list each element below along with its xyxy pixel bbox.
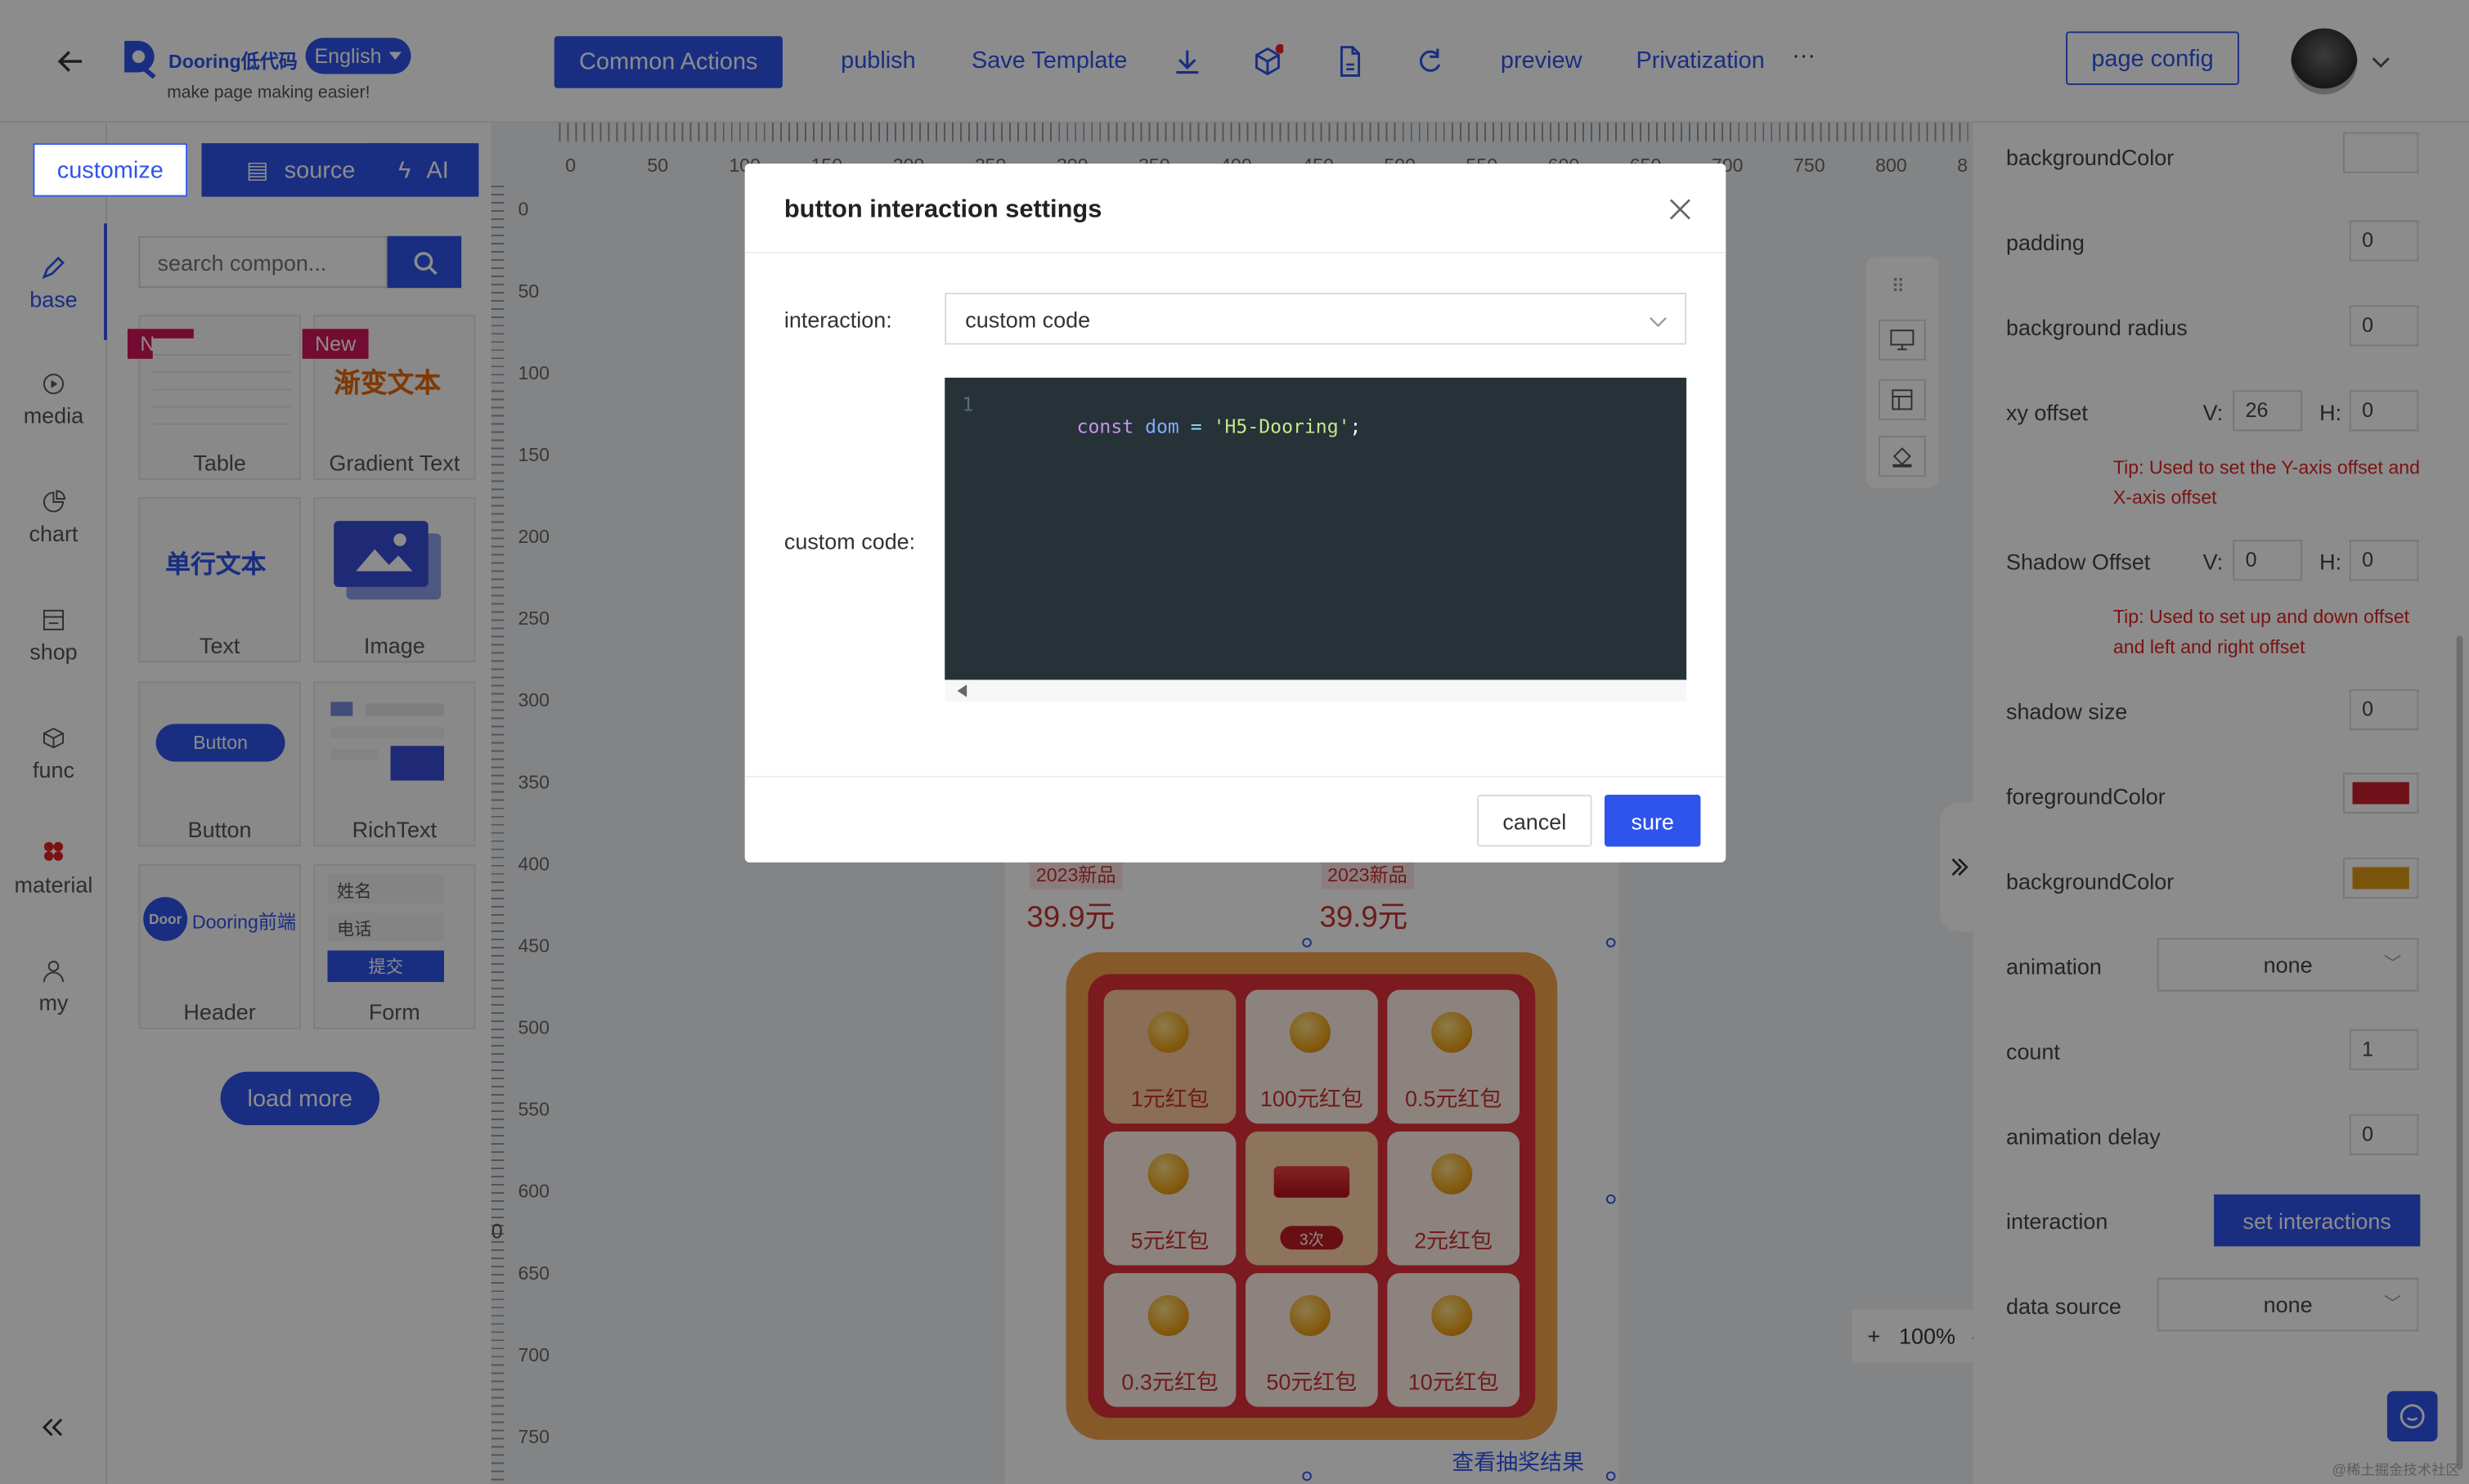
close-icon[interactable] [1669,199,1691,221]
code-keyword: const [1076,415,1134,438]
sure-button[interactable]: sure [1604,794,1701,847]
code-variable: dom [1145,415,1179,438]
interaction-select-value: custom code [965,307,1091,333]
customize-tab[interactable]: customize [33,143,188,197]
code-scrollbar[interactable] [945,679,1687,702]
code-editor[interactable]: 1 const dom = 'H5-Dooring'; [945,377,1687,680]
code-string: 'H5-Dooring' [1213,415,1350,438]
modal-footer-divider [744,775,1726,778]
modal-title: button interaction settings [783,196,1102,224]
interaction-settings-modal: button interaction settings interaction:… [744,164,1726,863]
code-semicolon: ; [1349,415,1362,438]
code-operator: = [1190,415,1202,438]
code-line: const dom = 'H5-Dooring'; [985,393,1362,460]
interaction-select[interactable]: custom code [945,292,1687,345]
scroll-left-icon[interactable] [957,684,967,697]
modal-header-divider [744,251,1726,253]
app-root: Dooring低代码 English make page making easi… [0,0,2469,1484]
code-line-number: 1 [962,393,974,416]
interaction-field-label: interaction: [783,307,892,333]
chevron-down-icon [1649,310,1668,338]
cancel-button[interactable]: cancel [1477,794,1592,847]
custom-code-label: custom code: [783,528,916,554]
